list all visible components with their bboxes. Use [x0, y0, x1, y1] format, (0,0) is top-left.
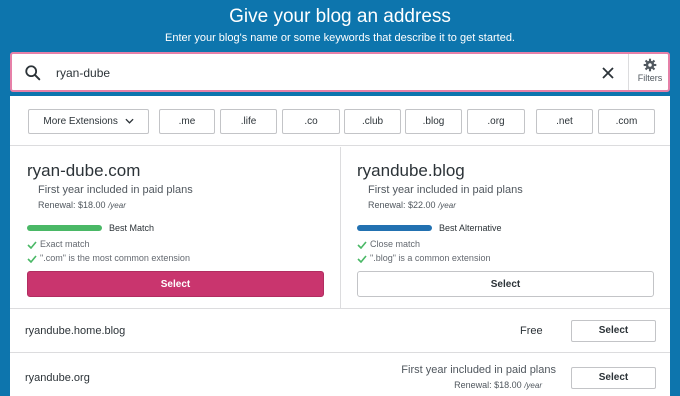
domain-result-row: ryandube.org First year included in paid… — [10, 354, 670, 396]
renewal-price: Renewal: $18.00 /year — [38, 200, 126, 210]
renewal-price: Renewal: $18.00 /year — [454, 380, 542, 390]
extension-chip-club[interactable]: .club — [344, 109, 401, 134]
renewal-period: /year — [438, 201, 456, 210]
match-label: Best Match — [109, 223, 155, 233]
search-icon — [25, 65, 41, 81]
page-subtitle: Enter your blog's name or some keywords … — [165, 32, 515, 44]
extension-filter-row: More Extensions .me .life .co .club .blo… — [10, 96, 670, 146]
more-extensions-label: More Extensions — [43, 116, 118, 127]
extension-chip-co[interactable]: .co — [282, 109, 340, 134]
featured-domain-card-best-match: ryan-dube.com First year included in pai… — [10, 147, 341, 309]
included-note: First year included in paid plans — [401, 364, 556, 376]
renewal-price: Renewal: $22.00 /year — [368, 200, 456, 210]
price-label: Free — [520, 325, 543, 337]
checkmark-icon — [27, 255, 37, 263]
featured-domain-card-best-alternative: ryandube.blog First year included in pai… — [341, 147, 670, 309]
included-note: First year included in paid plans — [38, 184, 193, 196]
match-label: Best Alternative — [439, 223, 502, 233]
more-extensions-button[interactable]: More Extensions — [28, 109, 149, 134]
feature-text: ".com" is the most common extension — [40, 253, 190, 263]
filters-button[interactable]: Filters — [630, 56, 670, 90]
select-button[interactable]: Select — [357, 271, 654, 297]
checkmark-icon — [357, 241, 367, 249]
domain-search-box[interactable]: ryan-dube Filters — [10, 52, 670, 92]
domain-name: ryan-dube.com — [27, 161, 141, 180]
close-icon[interactable] — [598, 63, 618, 83]
chevron-down-icon — [125, 119, 134, 125]
feature-item: Close match — [357, 239, 420, 249]
renewal-text: Renewal: $18.00 — [454, 380, 522, 390]
search-divider — [628, 54, 629, 90]
extension-chip-me[interactable]: .me — [159, 109, 215, 134]
match-strength-bar — [357, 225, 432, 231]
feature-item: ".blog" is a common extension — [357, 253, 490, 263]
included-note: First year included in paid plans — [368, 184, 523, 196]
feature-text: ".blog" is a common extension — [370, 253, 491, 263]
select-button[interactable]: Select — [571, 367, 656, 389]
match-strength-bar — [27, 225, 102, 231]
feature-item: ".com" is the most common extension — [27, 253, 190, 263]
extension-chip-com[interactable]: .com — [598, 109, 655, 134]
search-input[interactable]: ryan-dube — [56, 66, 110, 80]
renewal-text: Renewal: $18.00 — [38, 200, 106, 210]
renewal-period: /year — [108, 201, 126, 210]
extension-chip-org[interactable]: .org — [467, 109, 525, 134]
extension-chip-net[interactable]: .net — [536, 109, 593, 134]
feature-text: Close match — [370, 239, 421, 249]
gear-icon — [643, 58, 657, 72]
renewal-text: Renewal: $22.00 — [368, 200, 436, 210]
domain-name: ryandube.home.blog — [25, 325, 126, 337]
renewal-period: /year — [524, 381, 542, 390]
select-button[interactable]: Select — [571, 320, 656, 342]
checkmark-icon — [27, 241, 37, 249]
page-title: Give your blog an address — [229, 6, 451, 27]
domain-name: ryandube.org — [25, 372, 90, 384]
feature-text: Exact match — [40, 239, 90, 249]
select-button[interactable]: Select — [27, 271, 324, 297]
checkmark-icon — [357, 255, 367, 263]
feature-item: Exact match — [27, 239, 90, 249]
domain-result-row: ryandube.home.blog Free Select — [10, 310, 670, 353]
extension-chip-life[interactable]: .life — [220, 109, 277, 134]
domain-name: ryandube.blog — [357, 161, 465, 180]
filters-label: Filters — [637, 73, 663, 83]
results-panel: More Extensions .me .life .co .club .blo… — [10, 96, 670, 396]
extension-chip-blog[interactable]: .blog — [405, 109, 462, 134]
